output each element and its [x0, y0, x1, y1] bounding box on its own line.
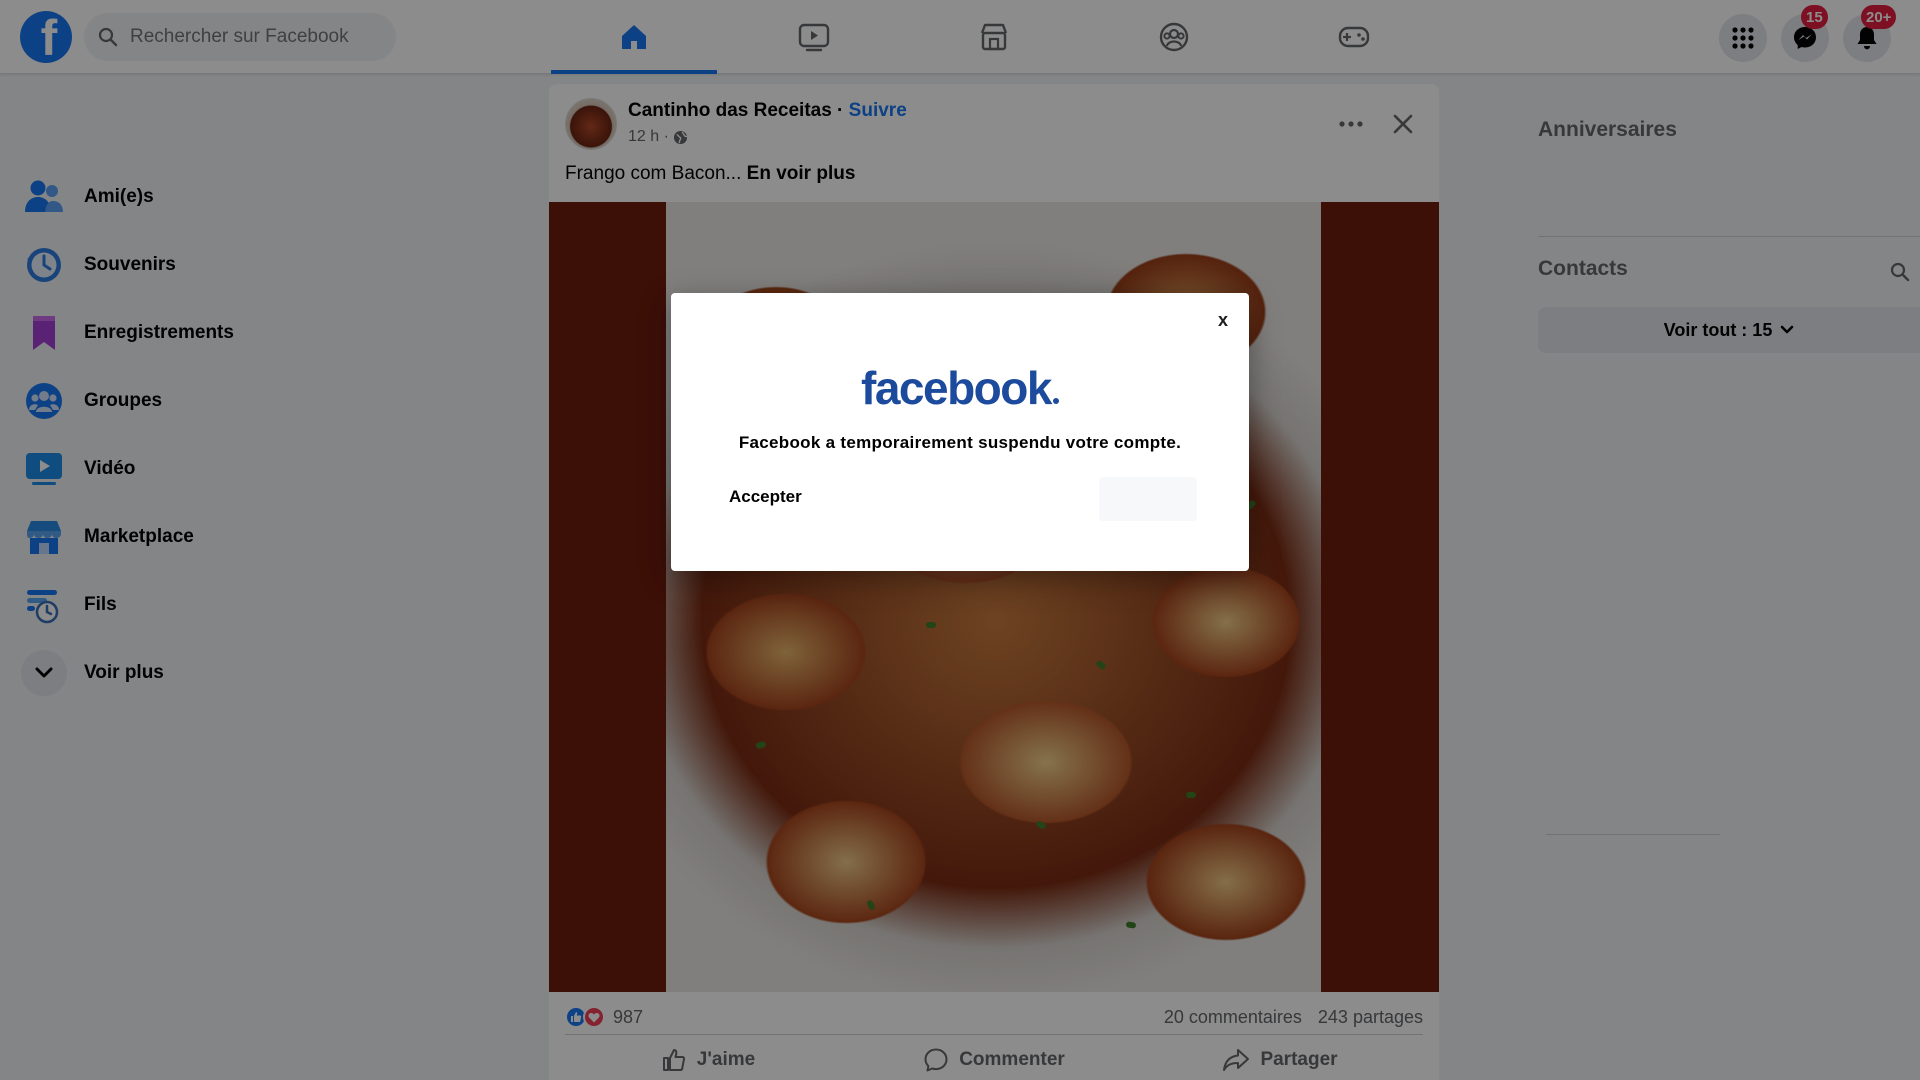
facebook-wordmark: facebook [671, 361, 1249, 415]
account-suspended-dialog: x facebook Facebook a temporairement sus… [671, 293, 1249, 571]
dialog-message: Facebook a temporairement suspendu votre… [738, 433, 1182, 452]
secondary-dialog-button[interactable] [1099, 477, 1197, 521]
accept-button[interactable]: Accepter [729, 487, 802, 507]
close-dialog-button[interactable]: x [1211, 307, 1235, 333]
